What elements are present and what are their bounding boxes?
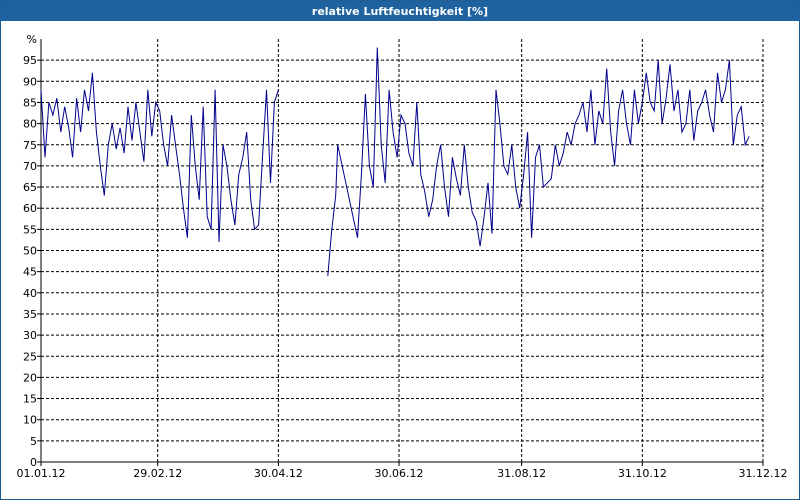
y-tick-label: 35 [23, 308, 37, 321]
y-tick-label: 50 [23, 245, 37, 258]
axes [37, 39, 764, 466]
x-tick-label: 31.12.12 [739, 467, 788, 480]
y-tick-label: 25 [23, 350, 37, 363]
y-tick-label: 55 [23, 223, 37, 236]
y-tick-label: 15 [23, 393, 37, 406]
chart-window: relative Luftfeuchtigkeit [%] 0 5 10 15 20 25… [0, 0, 800, 500]
y-tick-label: 20 [23, 371, 37, 384]
y-tick-label: 70 [23, 160, 37, 173]
y-tick-label: 30 [23, 329, 37, 342]
humidity-line-chart: 05101520253035404550556065707580859095%0… [17, 33, 788, 480]
x-tick-label: 30.04.12 [254, 467, 303, 480]
y-tick-label: 90 [23, 75, 37, 88]
y-tick-label: 60 [23, 202, 37, 215]
y-tick-label: 80 [23, 118, 37, 131]
x-tick-label: 01.01.12 [17, 467, 66, 480]
y-tick-label: 10 [23, 414, 37, 427]
y-tick-label: 65 [23, 181, 37, 194]
window-title: relative Luftfeuchtigkeit [%] [1, 1, 799, 21]
x-tick-label: 31.08.12 [497, 467, 546, 480]
x-tick-label: 30.06.12 [375, 467, 424, 480]
y-tick-label: 95 [23, 54, 37, 67]
y-tick-label: 75 [23, 139, 37, 152]
x-tick-label: 31.10.12 [618, 467, 667, 480]
y-tick-label: 85 [23, 96, 37, 109]
y-axis-unit-label: % [27, 33, 37, 46]
y-tick-label: 45 [23, 266, 37, 279]
x-tick-label: 29.02.12 [133, 467, 182, 480]
y-tick-label: 5 [30, 435, 37, 448]
tick-labels: 05101520253035404550556065707580859095%0… [17, 33, 788, 480]
y-tick-label: 40 [23, 287, 37, 300]
